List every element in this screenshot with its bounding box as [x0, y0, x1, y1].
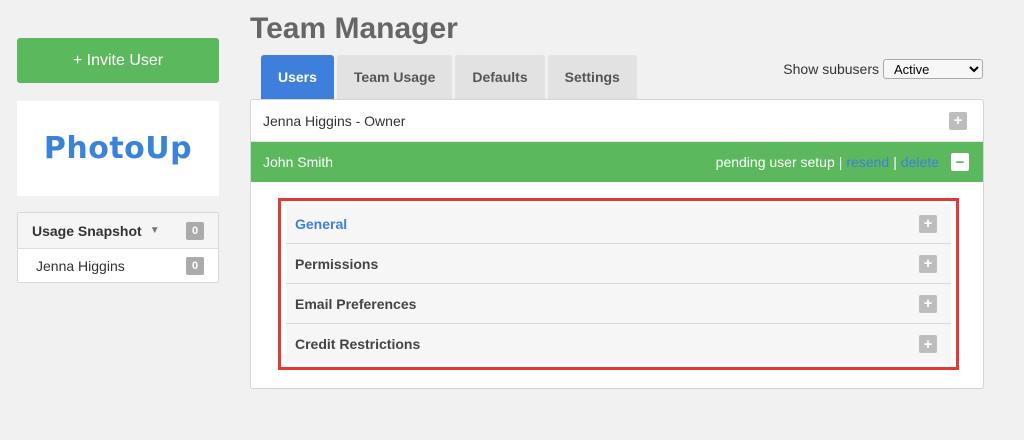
usage-snapshot-title: Usage Snapshot	[32, 222, 142, 239]
invite-user-button[interactable]: + Invite User	[17, 38, 219, 83]
section-label: Email Preferences	[295, 295, 417, 312]
section-permissions[interactable]: Permissions +	[286, 244, 951, 284]
usage-count-badge: 0	[186, 221, 204, 240]
owner-name: Jenna Higgins - Owner	[263, 112, 406, 129]
tab-defaults[interactable]: Defaults	[455, 55, 545, 99]
caret-down-icon[interactable]: ▼	[150, 225, 160, 236]
logo-panel: PhotoUp	[17, 101, 219, 196]
user-row-owner[interactable]: Jenna Higgins - Owner +	[251, 100, 983, 142]
expand-plus-icon[interactable]: +	[919, 294, 937, 313]
expand-plus-icon[interactable]: +	[919, 254, 937, 273]
delete-link[interactable]: delete	[901, 154, 939, 170]
status-text: pending user setup	[715, 154, 835, 170]
tab-bar: Users Team Usage Defaults Settings	[261, 55, 637, 99]
tab-users[interactable]: Users	[261, 55, 334, 99]
tab-team-usage[interactable]: Team Usage	[336, 55, 453, 99]
expand-plus-icon[interactable]: +	[949, 111, 967, 130]
usage-snapshot-header[interactable]: Usage Snapshot ▼ 0	[18, 213, 218, 249]
expand-plus-icon[interactable]: +	[919, 335, 937, 353]
page-title: Team Manager	[250, 12, 458, 45]
separator: |	[893, 154, 897, 170]
user-row-active[interactable]: John Smith pending user setup | resend |…	[251, 142, 983, 182]
usage-user-count-badge: 0	[186, 257, 204, 275]
show-subusers-control: Show subusers Active	[783, 59, 983, 79]
resend-link[interactable]: resend	[846, 154, 889, 170]
active-user-name: John Smith	[263, 154, 334, 170]
photoup-logo: PhotoUp	[43, 131, 193, 166]
tab-settings[interactable]: Settings	[547, 55, 637, 99]
collapse-minus-icon[interactable]: −	[951, 153, 969, 171]
section-label: Permissions	[295, 255, 379, 272]
section-label: General	[295, 215, 348, 232]
usage-user-name: Jenna Higgins	[36, 258, 125, 274]
section-label: Credit Restrictions	[295, 336, 421, 352]
usage-snapshot-panel: Usage Snapshot ▼ 0 Jenna Higgins 0	[17, 212, 219, 283]
section-email-preferences[interactable]: Email Preferences +	[286, 284, 951, 324]
user-status: pending user setup | resend | delete	[716, 154, 939, 170]
expand-plus-icon[interactable]: +	[919, 214, 937, 233]
user-settings-sections: General + Permissions + Email Preference…	[278, 198, 959, 370]
section-general[interactable]: General +	[286, 204, 951, 244]
separator: |	[838, 154, 843, 170]
subusers-select[interactable]: Active	[883, 59, 983, 79]
section-credit-restrictions[interactable]: Credit Restrictions +	[286, 324, 951, 364]
usage-row: Jenna Higgins 0	[18, 249, 218, 283]
show-subusers-label: Show subusers	[783, 61, 879, 77]
